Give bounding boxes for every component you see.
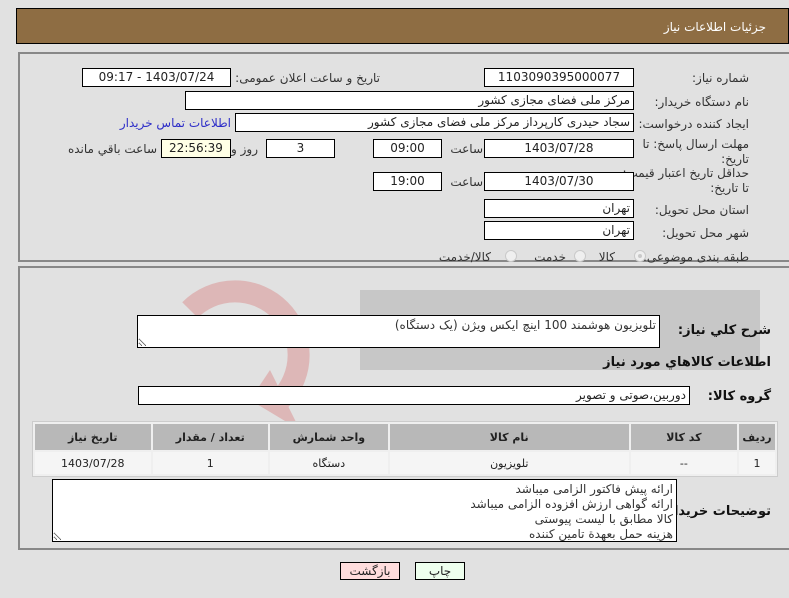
page-header: جزئیات اطلاعات نیاز: [16, 8, 789, 44]
description-label: شرح کلي نياز:: [677, 323, 771, 338]
creator-field[interactable]: سجاد حیدری کارپرداز مرکز ملی فضای مجازی …: [235, 113, 634, 132]
category-option-service: خدمت: [534, 250, 566, 264]
buyer-notes-textarea[interactable]: [52, 479, 677, 542]
price-time-field[interactable]: 19:00: [373, 172, 442, 191]
province-label: استان محل تحویل:: [654, 203, 749, 217]
goods-table-header-row: ردیف کد کالا نام کالا واحد شمارش تعداد /…: [35, 424, 775, 450]
reply-date-field[interactable]: 1403/07/28: [484, 139, 634, 158]
cell-goods-code: --: [630, 452, 737, 474]
col-row-number: ردیف: [738, 424, 775, 450]
description-textarea[interactable]: [137, 315, 660, 348]
col-need-date: تاریخ نیاز: [35, 424, 151, 450]
category-radio-goods[interactable]: [634, 250, 646, 262]
city-label: شهر محل تحویل:: [662, 226, 749, 240]
days-field[interactable]: 3: [266, 139, 335, 158]
buyer-org-label: نام دستگاه خریدار:: [654, 95, 750, 109]
province-field[interactable]: تهران: [484, 199, 634, 218]
remaining-label: ساعت باقي مانده: [67, 142, 157, 156]
buyer-notes-label: توضیحات خریدار:: [661, 504, 771, 519]
col-goods-code: کد کالا: [630, 424, 737, 450]
cell-goods-name: تلویزیون: [389, 452, 629, 474]
table-row: 1 -- تلویزیون دستگاه 1 1403/07/28: [35, 452, 775, 474]
category-radio-service[interactable]: [574, 250, 586, 262]
page-title: جزئیات اطلاعات نیاز: [663, 20, 766, 34]
remaining-time-field: 22:56:39: [161, 139, 231, 158]
price-validity-label: حداقل تاریخ اعتبار قیمت: تا تاریخ:: [622, 166, 749, 195]
buyer-org-field[interactable]: مرکز ملی فضای مجازی کشور: [185, 91, 634, 110]
contact-buyer-link[interactable]: اطلاعات تماس خریدار: [120, 116, 231, 130]
cell-need-date: 1403/07/28: [35, 452, 151, 474]
price-date-field[interactable]: 1403/07/30: [484, 172, 634, 191]
goods-table: ردیف کد کالا نام کالا واحد شمارش تعداد /…: [32, 421, 778, 477]
cell-row-number: 1: [738, 452, 775, 474]
print-button[interactable]: چاپ: [415, 562, 465, 580]
cell-quantity: 1: [152, 452, 268, 474]
need-number-field[interactable]: 1103090395000077: [484, 68, 634, 87]
back-button[interactable]: بازگشت: [340, 562, 400, 580]
category-option-goods: کالا: [598, 250, 615, 264]
creator-label: ایجاد کننده درخواست:: [638, 117, 749, 131]
city-field[interactable]: تهران: [484, 221, 634, 240]
reply-time-label: ساعت: [450, 142, 483, 156]
announce-label: تاریخ و ساعت اعلان عمومی:: [235, 71, 380, 85]
reply-deadline-label: مهلت ارسال پاسخ: تا تاریخ:: [642, 137, 749, 166]
category-label: طبقه بندی موضوعی:: [642, 250, 749, 264]
category-radio-goods-service[interactable]: [505, 250, 517, 262]
col-goods-name: نام کالا: [389, 424, 629, 450]
days-label: روز و: [231, 142, 258, 156]
goods-group-field[interactable]: دوربین،صوتی و تصویر: [138, 386, 690, 405]
col-unit: واحد شمارش: [269, 424, 388, 450]
price-time-label: ساعت: [450, 175, 483, 189]
category-option-goods-service: کالا/خدمت: [438, 250, 491, 264]
goods-group-label: گروه کالا:: [707, 389, 771, 404]
announce-field[interactable]: 1403/07/24 - 09:17: [82, 68, 231, 87]
goods-section-title: اطلاعات کالاهاي مورد نياز: [603, 355, 771, 370]
cell-unit: دستگاه: [269, 452, 388, 474]
reply-time-field[interactable]: 09:00: [373, 139, 442, 158]
need-number-label: شماره نیاز:: [692, 71, 749, 85]
col-quantity: تعداد / مقدار: [152, 424, 268, 450]
